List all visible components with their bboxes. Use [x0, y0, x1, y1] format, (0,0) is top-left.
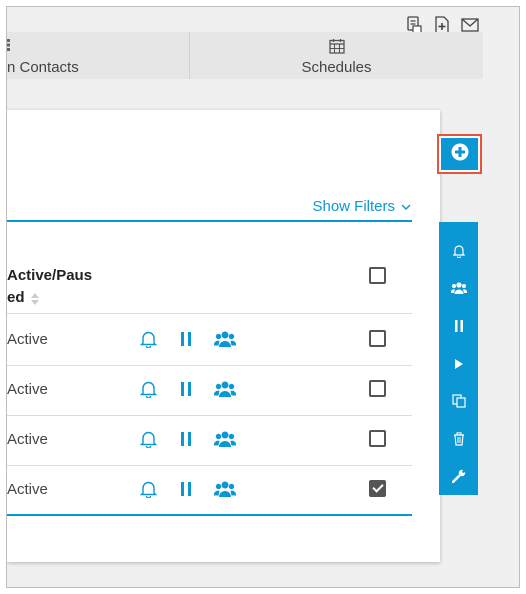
- column-header-active-paused[interactable]: Active/Paus: [7, 267, 92, 284]
- table-row[interactable]: Active: [7, 316, 412, 366]
- status-text: Active: [7, 331, 48, 348]
- tab-contacts-label: n Contacts: [7, 59, 79, 76]
- row-checkbox[interactable]: [369, 380, 386, 397]
- add-button[interactable]: [437, 134, 482, 174]
- pause-icon[interactable]: [181, 482, 191, 501]
- pause-icon[interactable]: [439, 307, 478, 345]
- filters-divider: [7, 220, 412, 222]
- pause-icon[interactable]: [181, 332, 191, 351]
- wrench-icon[interactable]: [439, 457, 478, 495]
- bell-icon[interactable]: [139, 330, 158, 353]
- plus-circle-icon: [451, 143, 469, 166]
- table-header: Active/Paus ed: [7, 267, 412, 314]
- row-checkbox[interactable]: [369, 480, 386, 497]
- bell-icon[interactable]: [439, 232, 478, 270]
- row-checkbox[interactable]: [369, 330, 386, 347]
- play-icon[interactable]: [439, 345, 478, 383]
- tab-contacts[interactable]: n Contacts: [7, 32, 190, 79]
- select-all-checkbox[interactable]: [369, 267, 386, 284]
- table-row[interactable]: Active: [7, 466, 412, 516]
- bulk-action-bar: [439, 222, 478, 495]
- pause-icon[interactable]: [181, 432, 191, 451]
- tab-bar: n Contacts Schedules: [7, 32, 483, 79]
- show-filters-link[interactable]: Show Filters: [312, 198, 411, 215]
- show-filters-label: Show Filters: [312, 198, 395, 215]
- group-icon[interactable]: [213, 480, 237, 503]
- group-icon[interactable]: [439, 270, 478, 308]
- trash-icon[interactable]: [439, 420, 478, 458]
- bell-icon[interactable]: [139, 430, 158, 453]
- bell-icon[interactable]: [139, 380, 158, 403]
- sort-icon[interactable]: [30, 292, 39, 305]
- column-header-active-paused-cont[interactable]: ed: [7, 289, 39, 306]
- calendar-icon: [328, 38, 345, 58]
- grid-icon: [7, 38, 11, 56]
- copy-icon[interactable]: [439, 382, 478, 420]
- group-icon[interactable]: [213, 380, 237, 403]
- column-header-label-cont: ed: [7, 289, 25, 306]
- bell-icon[interactable]: [139, 480, 158, 503]
- status-text: Active: [7, 381, 48, 398]
- chevron-down-icon: [401, 198, 411, 215]
- row-checkbox[interactable]: [369, 430, 386, 447]
- group-icon[interactable]: [213, 330, 237, 353]
- table-row[interactable]: Active: [7, 416, 412, 466]
- tab-schedules[interactable]: Schedules: [190, 32, 483, 79]
- app-frame: n Contacts Schedules Show Filters Active…: [6, 6, 520, 588]
- tab-schedules-label: Schedules: [301, 59, 372, 76]
- table-row[interactable]: Active: [7, 366, 412, 416]
- list-panel: Show Filters Active/Paus ed Active Activ…: [7, 110, 440, 562]
- status-text: Active: [7, 431, 48, 448]
- status-text: Active: [7, 481, 48, 498]
- add-button-fill: [441, 138, 478, 170]
- pause-icon[interactable]: [181, 382, 191, 401]
- group-icon[interactable]: [213, 430, 237, 453]
